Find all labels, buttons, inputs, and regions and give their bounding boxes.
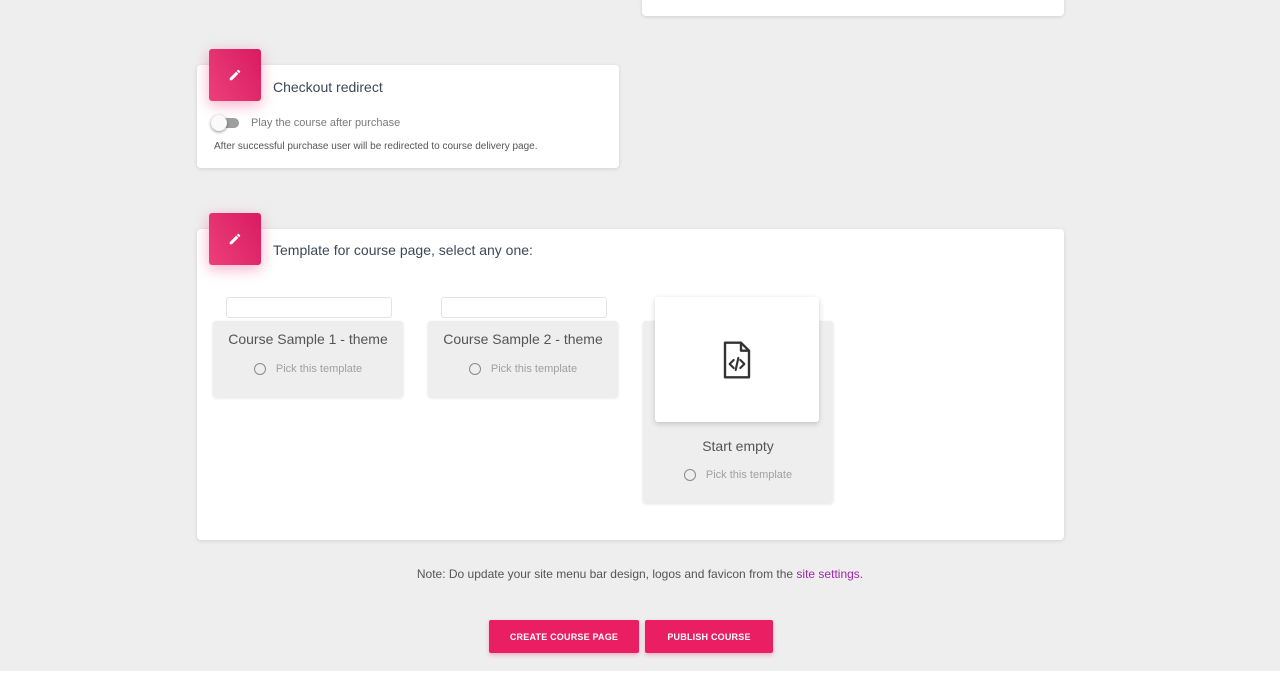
template-option-start-empty[interactable]: Start empty Pick this template: [643, 297, 833, 503]
pick-template-radio[interactable]: [253, 363, 266, 375]
site-settings-note: Note: Do update your site menu bar desig…: [0, 567, 1280, 581]
previous-card: [642, 0, 1064, 16]
note-text: Note: Do update your site menu bar desig…: [416, 567, 797, 581]
pick-template-label[interactable]: Pick this template: [276, 363, 362, 375]
site-settings-link[interactable]: site settings: [796, 567, 859, 581]
template-option-course-sample-1[interactable]: Course Sample 1 - theme Pick this templa…: [213, 297, 403, 397]
edit-pencil-icon: [209, 213, 261, 265]
pick-template-label[interactable]: Pick this template: [491, 363, 577, 375]
play-after-purchase-toggle[interactable]: [211, 115, 241, 131]
pick-template-label[interactable]: Pick this template: [706, 469, 792, 481]
template-option-course-sample-2[interactable]: Course Sample 2 - theme Pick this templa…: [428, 297, 618, 397]
pick-template-radio-row[interactable]: Pick this template: [428, 363, 618, 375]
checkout-redirect-helper-text: After successful purchase user will be r…: [214, 141, 538, 152]
course-template-card: Template for course page, select any one…: [197, 213, 1064, 540]
toggle-knob: [211, 115, 227, 131]
checkout-redirect-title: Checkout redirect: [273, 79, 383, 95]
note-suffix: .: [859, 567, 864, 581]
create-course-page-button[interactable]: CREATE COURSE PAGE: [489, 620, 639, 653]
checkout-redirect-card: Checkout redirect Play the course after …: [197, 49, 619, 168]
template-section-title: Template for course page, select any one…: [273, 242, 533, 258]
pick-template-radio-row[interactable]: Pick this template: [213, 363, 403, 375]
template-option-name: Course Sample 1 - theme: [228, 331, 388, 347]
publish-course-button[interactable]: PUBLISH COURSE: [645, 620, 773, 653]
template-thumbnail[interactable]: [655, 297, 819, 422]
code-file-icon: [723, 340, 751, 379]
play-after-purchase-label[interactable]: Play the course after purchase: [251, 117, 400, 129]
course-settings-page: Checkout redirect Play the course after …: [0, 0, 1280, 673]
template-thumbnail[interactable]: [441, 297, 607, 318]
pick-template-radio[interactable]: [468, 363, 481, 375]
pick-template-radio[interactable]: [683, 469, 696, 481]
pick-template-radio-row[interactable]: Pick this template: [643, 469, 833, 481]
template-option-name: Start empty: [702, 438, 774, 454]
template-thumbnail[interactable]: [226, 297, 392, 318]
edit-pencil-icon: [209, 49, 261, 101]
play-after-purchase-row: Play the course after purchase: [211, 115, 400, 131]
template-option-name: Course Sample 2 - theme: [443, 331, 603, 347]
